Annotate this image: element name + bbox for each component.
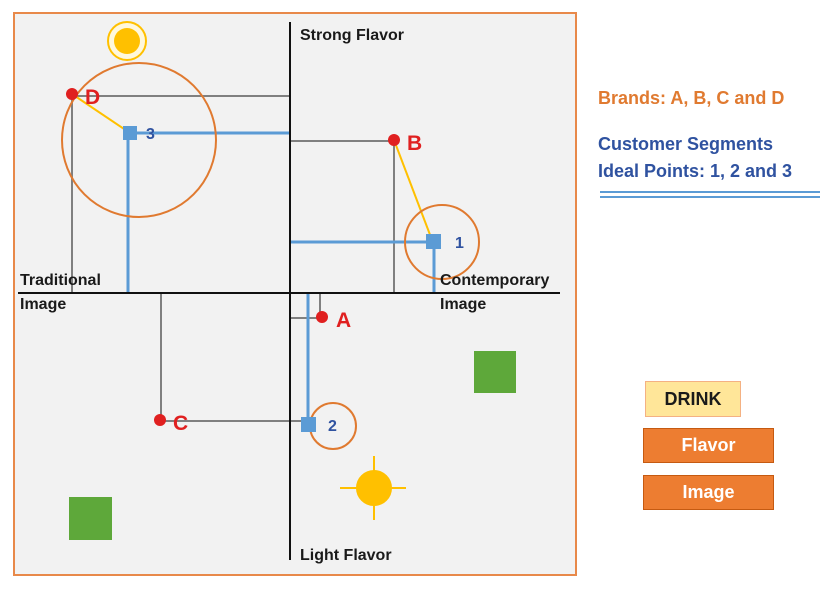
brands-legend: Brands: A, B, C and D xyxy=(598,88,785,108)
axis-label-light-flavor: Light Flavor xyxy=(300,547,392,564)
ideal-point-2 xyxy=(301,417,316,432)
ideal-label-2: 2 xyxy=(328,418,337,435)
ideal-point-1 xyxy=(426,234,441,249)
sun-icon-top xyxy=(107,21,147,61)
green-square-icon xyxy=(474,351,516,393)
ideal-label-3: 3 xyxy=(146,126,155,143)
flavor-button[interactable]: Flavor xyxy=(643,428,774,463)
axis-label-strong-flavor: Strong Flavor xyxy=(300,27,404,44)
drink-button[interactable]: DRINK xyxy=(645,381,741,417)
brand-label-c: C xyxy=(173,412,188,435)
brand-label-b: B xyxy=(407,132,422,155)
green-square-icon xyxy=(69,497,112,540)
brand-point-d xyxy=(66,88,78,100)
axis-label-contemporary-line2: Image xyxy=(440,296,486,313)
segments-legend-line1: Customer Segments xyxy=(598,134,774,154)
ideal-label-1: 1 xyxy=(455,235,464,252)
axis-label-traditional-line1: Traditional xyxy=(20,272,101,289)
brand-point-a xyxy=(316,311,328,323)
brand-point-b xyxy=(388,134,400,146)
axis-label-contemporary-line1: Contemporary xyxy=(440,272,549,289)
ideal-point-3 xyxy=(123,126,137,140)
legend-divider xyxy=(600,191,820,198)
segments-legend-line2: Ideal Points: 1, 2 and 3 xyxy=(598,161,793,181)
axis-label-traditional-line2: Image xyxy=(20,296,66,313)
brand-label-a: A xyxy=(336,309,351,332)
image-button[interactable]: Image xyxy=(643,475,774,510)
brand-point-c xyxy=(154,414,166,426)
brand-label-d: D xyxy=(85,86,100,109)
